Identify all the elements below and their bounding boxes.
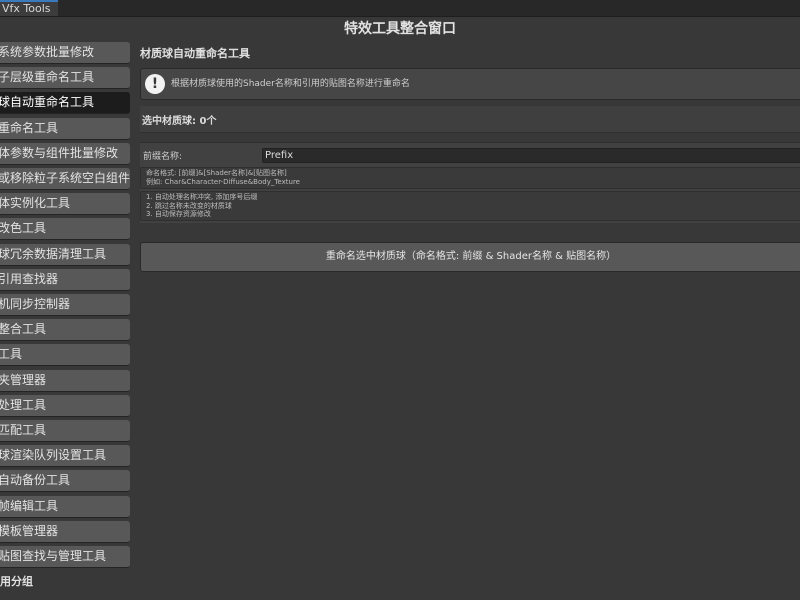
note-line: 1. 自动处理名称冲突, 添加序号后缀 (146, 193, 258, 201)
sidebar-item-sync-controller[interactable]: 机同步控制器 (0, 294, 130, 316)
note-line: 2. 跳过名称未改变的材质球 (146, 201, 232, 210)
window-title: 特效工具整合窗口 (344, 21, 456, 37)
section-title: 材质球自动重命名工具 (140, 47, 250, 60)
selected-count-row: 选中材质球: 0个 (140, 106, 800, 133)
sidebar-item-render-queue[interactable]: 球渲染队列设置工具 (0, 445, 130, 468)
main-panel: 材质球自动重命名工具 ! 根据材质球使用的Shader名称和引用的贴图名称进行重… (140, 42, 800, 600)
rename-selected-button[interactable]: 重命名选中材质球（命名格式: 前缀 & Shader名称 & 贴图名称） (140, 242, 800, 272)
sidebar-item-material-cleanup[interactable]: 球冗余数据清理工具 (0, 243, 130, 266)
selected-count-label: 选中材质球: 0个 (142, 116, 217, 127)
format-line: 命名格式: [前缀]&[Shader名称]&[贴图名称] (146, 169, 287, 177)
settings-box: 前缀名称: 命名格式: [前缀]&[Shader名称]&[贴图名称] 例如: C… (140, 142, 800, 223)
tab-label: Vfx Tools (2, 2, 51, 15)
sidebar-item-child-rename[interactable]: 子层级重命名工具 (0, 67, 130, 90)
sidebar-item-processing-tool[interactable]: 处理工具 (0, 394, 130, 417)
sidebar-item-texture-finder[interactable]: 贴图查找与管理工具 (0, 546, 130, 568)
sidebar: 系统参数批量修改 子层级重命名工具 球自动重命名工具 重命名工具 体参数与组件批… (0, 42, 131, 600)
format-info: 命名格式: [前缀]&[Shader名称]&[贴图名称] 例如: Char&Ch… (140, 167, 800, 189)
notes-info: 1. 自动处理名称冲突, 添加序号后缀 2. 跳过名称未改变的材质球 3. 自动… (140, 191, 800, 221)
sidebar-group-label: 用分组 (0, 575, 33, 588)
sidebar-item-reference-finder[interactable]: 引用查找器 (0, 268, 130, 291)
sidebar-item-recolor-tool[interactable]: 改色工具 (0, 218, 130, 241)
sidebar-item-tool[interactable]: 工具 (0, 344, 130, 367)
sidebar-item-matching-tool[interactable]: 匹配工具 (0, 420, 130, 442)
sidebar-item-frame-editor[interactable]: 帧编辑工具 (0, 495, 130, 518)
sidebar-item-object-param-batch[interactable]: 体参数与组件批量修改 (0, 142, 130, 165)
sidebar-item-rename-tool[interactable]: 重命名工具 (0, 117, 130, 140)
help-text: 根据材质球使用的Shader名称和引用的贴图名称进行重命名 (171, 79, 410, 89)
sidebar-item-instantiate-tool[interactable]: 体实例化工具 (0, 193, 130, 216)
sidebar-item-template-manager[interactable]: 模板管理器 (0, 520, 130, 543)
sidebar-item-remove-empty-components[interactable]: 或移除粒子系统空白组件 (0, 168, 130, 190)
note-line: 3. 自动保存资源修改 (146, 210, 211, 218)
tab-strip: Vfx Tools (0, 0, 800, 17)
sidebar-item-material-auto-rename[interactable]: 球自动重命名工具 (0, 92, 130, 115)
tab-vfx-tools[interactable]: Vfx Tools (0, 0, 58, 16)
sidebar-item-folder-manager[interactable]: 夹管理器 (0, 369, 130, 392)
prefix-input[interactable] (262, 148, 800, 163)
help-box: ! 根据材质球使用的Shader名称和引用的贴图名称进行重命名 (140, 68, 800, 100)
info-exclamation-icon: ! (145, 74, 165, 94)
prefix-label: 前缀名称: (143, 152, 183, 162)
format-example-line: 例如: Char&Character-Diffuse&Body_Texture (146, 177, 300, 186)
sidebar-item-auto-backup[interactable]: 自动备份工具 (0, 470, 130, 493)
sidebar-item-particle-param-batch[interactable]: 系统参数批量修改 (0, 42, 130, 64)
sidebar-item-integration-tool[interactable]: 整合工具 (0, 319, 130, 342)
